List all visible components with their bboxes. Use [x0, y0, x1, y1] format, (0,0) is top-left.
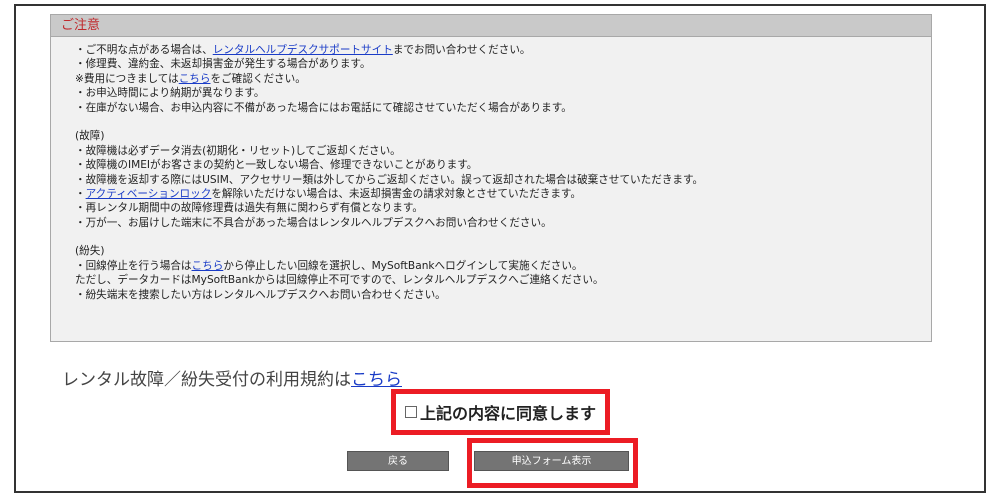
notice-text: から停止したい回線を選択し、MySoftBankへログインして実施ください。: [223, 259, 583, 272]
notice-text: ・紛失端末を捜索したい方はレンタルヘルプデスクへお問い合わせください。: [75, 288, 446, 301]
notice-text: ※費用につきましては: [75, 72, 179, 85]
notice-text: ・故障機は必ずデータ消去(初期化・リセット)してご返却ください。: [75, 144, 401, 157]
notice-line: ・故障機は必ずデータ消去(初期化・リセット)してご返却ください。: [75, 144, 919, 158]
notice-line: ・紛失端末を捜索したい方はレンタルヘルプデスクへお問い合わせください。: [75, 288, 919, 302]
notice-body: ・ご不明な点がある場合は、レンタルヘルプデスクサポートサイトまでお問い合わせくだ…: [51, 37, 931, 341]
notice-text: ・万が一、お届けした端末に不具合があった場合はレンタルヘルプデスクへお問い合わせ…: [75, 216, 552, 229]
notice-text: ・ご不明な点がある場合は、: [75, 44, 213, 56]
notice-line: ※費用につきましてはこちらをご確認ください。: [75, 72, 919, 86]
notice-line: ・万が一、お届けした端末に不具合があった場合はレンタルヘルプデスクへお問い合わせ…: [75, 216, 919, 230]
notice-text: ・故障機のIMEIがお客さまの契約と一致しない場合、修理できないことがあります。: [75, 159, 478, 172]
notice-line: ・在庫がない場合、お申込内容に不備があった場合にはお電話にて確認させていただく場…: [75, 101, 919, 115]
notice-line: ・故障機を返却する際にはUSIM、アクセサリー類は外してからご返却ください。誤っ…: [75, 173, 919, 187]
notice-line: ・再レンタル期間中の故障修理費は過失有無に関わらず有償となります。: [75, 201, 919, 215]
notice-line: ・回線停止を行う場合はこちらから停止したい回線を選択し、MySoftBankへロ…: [75, 259, 919, 273]
notice-line: ・ご不明な点がある場合は、レンタルヘルプデスクサポートサイトまでお問い合わせくだ…: [75, 43, 919, 57]
terms-link[interactable]: こちら: [351, 370, 402, 390]
breakdown-title: (故障): [75, 130, 105, 143]
support-site-link[interactable]: レンタルヘルプデスクサポートサイト: [213, 44, 393, 56]
agree-checkbox[interactable]: [404, 406, 417, 418]
notice-line: ・お申込時間により納期が異なります。: [75, 86, 919, 100]
terms-of-use-line: レンタル故障／紛失受付の利用規約はこちら: [62, 365, 402, 390]
notice-text: ・: [75, 187, 86, 200]
notice-header: ご注意: [51, 15, 931, 37]
notice-text: ・故障機を返却する際にはUSIM、アクセサリー類は外してからご返却ください。誤っ…: [75, 173, 704, 186]
notice-text: ただし、データカードはMySoftBankからは回線停止不可ですので、レンタルヘ…: [75, 274, 604, 287]
agree-label: 上記の内容に同意します: [419, 404, 596, 423]
notice-line: ・アクティベーションロックを解除いただけない場合は、未返却損害金の請求対象とさせ…: [75, 187, 919, 201]
line-suspension-link[interactable]: こちら: [192, 260, 224, 272]
loss-title: (紛失): [75, 245, 105, 258]
apply-form-button[interactable]: 申込フォーム表示: [474, 451, 629, 471]
notice-line: ・修理費、違約金、未返却損害金が発生する場合があります。: [75, 57, 919, 71]
notice-text: をご確認ください。: [210, 72, 306, 85]
notice-text: ・修理費、違約金、未返却損害金が発生する場合があります。: [75, 58, 371, 71]
activation-lock-link[interactable]: アクティベーションロック: [86, 188, 212, 200]
back-button[interactable]: 戻る: [347, 451, 449, 471]
notice-line: ・故障機のIMEIがお客さまの契約と一致しない場合、修理できないことがあります。: [75, 158, 919, 172]
terms-text: レンタル故障／紛失受付の利用規約は: [62, 370, 351, 390]
notice-text: ・再レンタル期間中の故障修理費は過失有無に関わらず有償となります。: [75, 202, 424, 215]
notice-text: ・在庫がない場合、お申込内容に不備があった場合にはお電話にて確認させていただく場…: [75, 101, 572, 114]
fee-details-link[interactable]: こちら: [179, 73, 211, 85]
agree-checkbox-label[interactable]: 上記の内容に同意します: [404, 400, 596, 424]
notice-box: ご注意 ・ご不明な点がある場合は、レンタルヘルプデスクサポートサイトまでお問い合…: [50, 14, 932, 342]
notice-text: までお問い合わせください。: [392, 44, 531, 56]
notice-text: を解除いただけない場合は、未返却損害金の請求対象とさせていただきます。: [211, 187, 582, 200]
agree-highlight: 上記の内容に同意します: [391, 389, 610, 435]
notice-text: ・お申込時間により納期が異なります。: [75, 87, 265, 100]
notice-text: ・回線停止を行う場合は: [75, 259, 192, 272]
notice-line: ただし、データカードはMySoftBankからは回線停止不可ですので、レンタルヘ…: [75, 273, 919, 287]
